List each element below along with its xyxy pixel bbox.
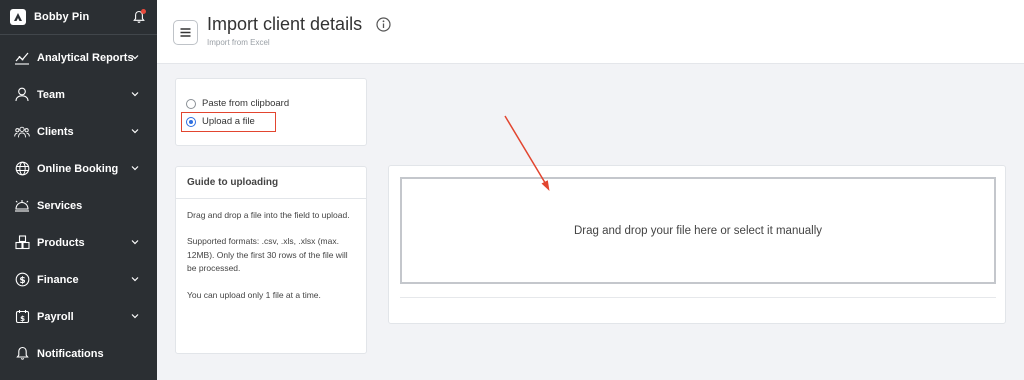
chevron-down-icon — [131, 166, 139, 171]
notification-bell-icon[interactable] — [133, 9, 146, 24]
sidebar-item-products[interactable]: Products — [0, 224, 157, 261]
dollar-icon: $ — [14, 272, 30, 288]
sidebar-item-label: Payroll — [37, 310, 74, 323]
chevron-down-icon — [131, 92, 139, 97]
app-logo-icon[interactable] — [10, 9, 26, 25]
divider — [400, 297, 996, 298]
guide-paragraph: You can upload only 1 file at a time. — [187, 289, 321, 300]
annotation-highlight-box — [181, 112, 276, 132]
boxes-icon — [14, 235, 30, 251]
chevron-down-icon — [131, 240, 139, 245]
chevron-down-icon — [131, 129, 139, 134]
sidebar-item-services[interactable]: Services — [0, 187, 157, 224]
sidebar-item-label: Analytical Reports — [37, 51, 134, 64]
sidebar-item-analytical-reports[interactable]: Analytical Reports — [0, 39, 157, 76]
sidebar-nav: Analytical Reports Team Clients Online B… — [0, 35, 157, 372]
svg-text:$: $ — [20, 315, 25, 323]
services-icon — [14, 198, 30, 214]
sidebar-item-clients[interactable]: Clients — [0, 113, 157, 150]
sidebar-item-online-booking[interactable]: Online Booking — [0, 150, 157, 187]
menu-toggle-button[interactable] — [173, 20, 198, 45]
sidebar-item-notifications[interactable]: Notifications — [0, 335, 157, 372]
notification-dot — [141, 9, 146, 14]
guide-paragraph: Supported formats: .csv, .xls, .xlsx (ma… — [187, 236, 348, 274]
sidebar-item-label: Clients — [37, 125, 74, 138]
sidebar-item-payroll[interactable]: $ Payroll — [0, 298, 157, 335]
page-header: Import client details Import from Excel — [157, 0, 1024, 64]
guide-title: Guide to uploading — [176, 167, 366, 199]
sidebar-item-finance[interactable]: $ Finance — [0, 261, 157, 298]
sidebar-header: Bobby Pin — [0, 0, 157, 34]
sidebar-item-label: Team — [37, 88, 65, 101]
page-title: Import client details — [207, 14, 363, 34]
chevron-down-icon — [131, 277, 139, 282]
hamburger-icon — [180, 28, 191, 37]
payroll-icon: $ — [14, 309, 30, 325]
dropzone-text: Drag and drop your file here or select i… — [573, 224, 822, 237]
sidebar-item-label: Products — [37, 236, 85, 249]
radio-label: Paste from clipboard — [202, 98, 290, 109]
guide-body: Drag and drop a file into the field to u… — [176, 199, 366, 325]
sidebar: Bobby Pin Analytical Reports Team Client… — [0, 0, 157, 380]
users-group-icon — [14, 124, 30, 140]
user-name[interactable]: Bobby Pin — [34, 11, 89, 23]
sidebar-item-label: Notifications — [37, 347, 104, 360]
sidebar-item-team[interactable]: Team — [0, 76, 157, 113]
guide-card: Guide to uploading Drag and drop a file … — [175, 166, 367, 354]
annotation-arrow-icon — [504, 115, 550, 191]
sidebar-item-label: Services — [37, 199, 83, 212]
chevron-down-icon — [131, 55, 139, 60]
globe-icon — [14, 161, 30, 177]
svg-text:$: $ — [19, 276, 25, 286]
user-icon — [14, 87, 30, 103]
sidebar-item-label: Finance — [37, 273, 79, 286]
bell-icon — [14, 346, 30, 362]
radio-paste-from-clipboard[interactable]: Paste from clipboard — [186, 98, 289, 109]
chart-line-icon — [14, 50, 30, 66]
upload-card: Drag and drop your file here or select i… — [388, 165, 1006, 324]
sidebar-item-label: Online Booking — [37, 162, 119, 175]
info-icon[interactable] — [376, 17, 391, 32]
radio-button[interactable] — [186, 98, 196, 109]
import-source-card: Paste from clipboard Upload a file — [175, 78, 367, 146]
file-dropzone[interactable]: Drag and drop your file here or select i… — [400, 177, 996, 284]
chevron-down-icon — [131, 314, 139, 319]
guide-paragraph: Drag and drop a file into the field to u… — [187, 210, 350, 220]
page-subtitle: Import from Excel — [207, 38, 270, 47]
